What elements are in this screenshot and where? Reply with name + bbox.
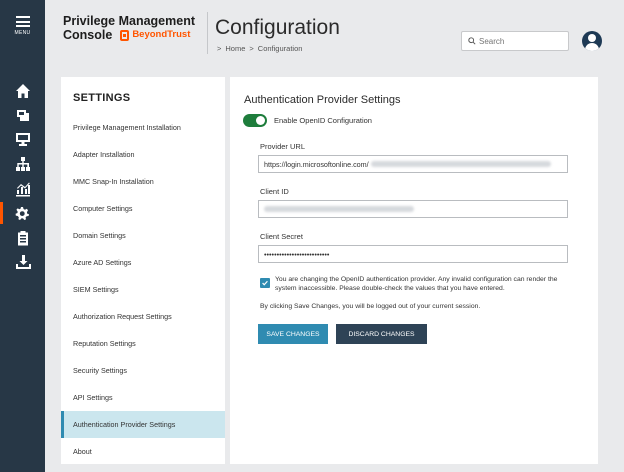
settings-icon[interactable] bbox=[0, 202, 45, 224]
clipboard-icon[interactable] bbox=[0, 227, 45, 249]
settings-item-reputation-settings[interactable]: Reputation Settings bbox=[61, 330, 225, 357]
beyondtrust-logo: BeyondTrust bbox=[120, 28, 190, 42]
search-icon bbox=[468, 37, 476, 45]
settings-item-siem-settings[interactable]: SIEM Settings bbox=[61, 276, 225, 303]
app-header: Privilege Management Console BeyondTrust… bbox=[45, 0, 624, 70]
analytics-icon[interactable] bbox=[0, 178, 45, 200]
settings-item-azure-ad-settings[interactable]: Azure AD Settings bbox=[61, 249, 225, 276]
breadcrumb-home[interactable]: Home bbox=[225, 44, 245, 53]
settings-item-about[interactable]: About bbox=[61, 438, 225, 465]
breadcrumb-separator: > bbox=[249, 44, 254, 53]
brand: Privilege Management Console BeyondTrust bbox=[63, 14, 195, 42]
search-box[interactable] bbox=[461, 31, 569, 51]
settings-item-adapter-installation[interactable]: Adapter Installation bbox=[61, 141, 225, 168]
menu-button[interactable]: MENU bbox=[0, 0, 45, 52]
header-divider bbox=[207, 12, 208, 54]
user-avatar-icon[interactable] bbox=[582, 31, 602, 51]
breadcrumb-separator: > bbox=[217, 44, 222, 53]
discard-changes-button[interactable]: DISCARD CHANGES bbox=[336, 324, 427, 344]
brand-title-line2: Console bbox=[63, 28, 113, 42]
checkmark-icon bbox=[262, 280, 268, 286]
badge-icon[interactable] bbox=[0, 104, 45, 126]
beyondtrust-logo-icon bbox=[120, 29, 130, 41]
redacted-value bbox=[264, 206, 414, 212]
provider-url-field[interactable]: https://login.microsoftonline.com/ bbox=[258, 155, 568, 173]
client-id-field[interactable] bbox=[258, 200, 568, 218]
settings-item-authorization-request-settings[interactable]: Authorization Request Settings bbox=[61, 303, 225, 330]
settings-item-domain-settings[interactable]: Domain Settings bbox=[61, 222, 225, 249]
settings-item-api-settings[interactable]: API Settings bbox=[61, 384, 225, 411]
client-secret-field[interactable]: •••••••••••••••••••••••••• bbox=[258, 245, 568, 263]
section-heading: Authentication Provider Settings bbox=[244, 94, 401, 106]
beyondtrust-logo-text: BeyondTrust bbox=[132, 29, 191, 40]
warning-text: You are changing the OpenID authenticati… bbox=[275, 276, 558, 292]
settings-item-mmc-snap-in-installation[interactable]: MMC Snap-In Installation bbox=[61, 168, 225, 195]
brand-title-line2-wrap: Console BeyondTrust bbox=[63, 28, 195, 42]
confirm-checkbox[interactable] bbox=[260, 278, 270, 288]
openid-toggle[interactable] bbox=[243, 114, 267, 127]
main-content: Authentication Provider Settings Enable … bbox=[230, 77, 598, 464]
home-icon[interactable] bbox=[0, 80, 45, 102]
computer-icon[interactable] bbox=[0, 128, 45, 150]
settings-list: Privilege Management Installation Adapte… bbox=[61, 114, 225, 465]
settings-heading: SETTINGS bbox=[73, 92, 131, 104]
page-title: Configuration bbox=[215, 16, 340, 39]
openid-toggle-label: Enable OpenID Configuration bbox=[274, 116, 372, 125]
client-id-label: Client ID bbox=[260, 187, 289, 196]
search-input[interactable] bbox=[479, 36, 559, 46]
hierarchy-icon[interactable] bbox=[0, 153, 45, 175]
settings-item-authentication-provider-settings[interactable]: Authentication Provider Settings bbox=[61, 411, 225, 438]
settings-item-privilege-management-installation[interactable]: Privilege Management Installation bbox=[61, 114, 225, 141]
brand-title-line1: Privilege Management bbox=[63, 14, 195, 28]
breadcrumb-current: Configuration bbox=[257, 44, 303, 53]
settings-item-security-settings[interactable]: Security Settings bbox=[61, 357, 225, 384]
nav-rail: MENU bbox=[0, 0, 45, 472]
settings-item-computer-settings[interactable]: Computer Settings bbox=[61, 195, 225, 222]
hamburger-icon bbox=[15, 16, 30, 27]
client-secret-value: •••••••••••••••••••••••••• bbox=[264, 249, 330, 259]
save-changes-button[interactable]: SAVE CHANGES bbox=[258, 324, 328, 344]
provider-url-label: Provider URL bbox=[260, 142, 306, 151]
download-icon[interactable] bbox=[0, 251, 45, 273]
provider-url-value: https://login.microsoftonline.com/ bbox=[264, 159, 369, 169]
logout-note: By clicking Save Changes, you will be lo… bbox=[260, 303, 481, 310]
settings-panel: SETTINGS Privilege Management Installati… bbox=[61, 77, 225, 464]
client-secret-label: Client Secret bbox=[260, 232, 303, 241]
redacted-value bbox=[370, 161, 551, 167]
breadcrumb: > Home > Configuration bbox=[217, 44, 302, 53]
menu-label: MENU bbox=[14, 30, 31, 36]
